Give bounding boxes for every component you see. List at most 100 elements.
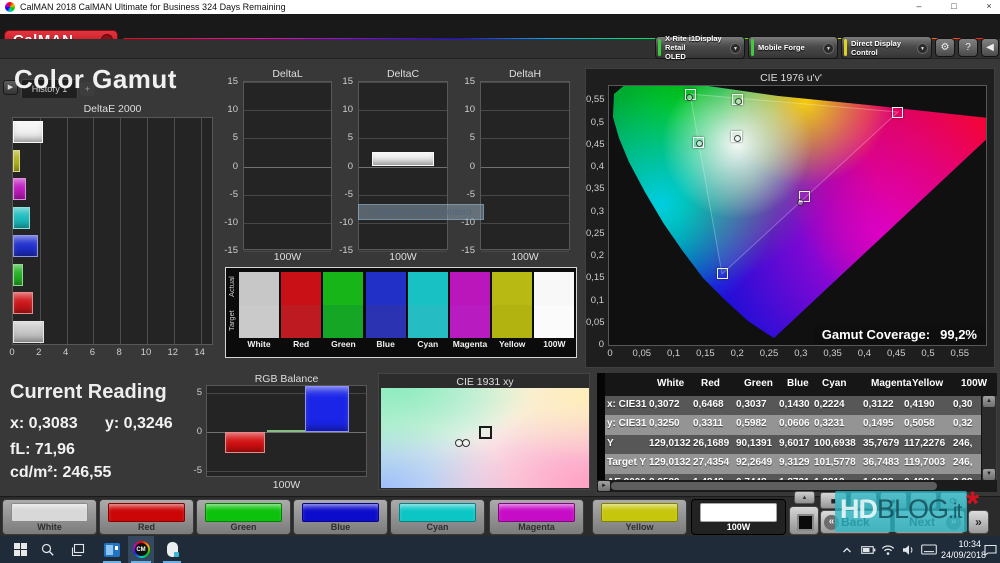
patch-button-label: White xyxy=(3,522,96,532)
deltaC-gridline xyxy=(359,138,447,139)
search-icon xyxy=(41,543,55,557)
display-control-dropdown[interactable]: Direct Display Control ▼ xyxy=(841,36,932,59)
deltae-gridline xyxy=(201,118,202,344)
patch-button-magenta[interactable]: Magenta xyxy=(489,499,584,535)
scroll-down-button[interactable]: ▼ xyxy=(983,469,995,480)
rgb-balance-x-label: 100W xyxy=(206,479,367,491)
patch-button-green[interactable]: Green xyxy=(196,499,291,535)
cie1976-xtick-label: 0,5 xyxy=(914,348,942,359)
taskbar-app-blue-window[interactable] xyxy=(100,536,124,563)
cie1931-panel: CIE 1931 xy xyxy=(378,373,590,490)
patch-button-100w[interactable]: 100W xyxy=(691,499,786,535)
scroll-thumb[interactable] xyxy=(611,482,937,490)
minimize-button[interactable]: – xyxy=(905,0,933,14)
chevron-down-icon: ▼ xyxy=(823,43,834,54)
swatch-actual-magenta xyxy=(450,272,490,305)
deltaL-gridline xyxy=(244,138,331,139)
patch-button-blue[interactable]: Blue xyxy=(293,499,388,535)
taskbar-app-colorimeter[interactable] xyxy=(160,536,184,563)
collapse-panel-button[interactable]: ◀ xyxy=(981,38,999,57)
table-cell: 27,4354 xyxy=(693,457,729,468)
windows-taskbar: CM xyxy=(0,536,1000,563)
patch-button-label: Red xyxy=(100,522,193,532)
source-dropdown[interactable]: Mobile Forge ▼ xyxy=(748,36,838,59)
reading-y: y: 0,3246 xyxy=(105,415,173,433)
table-header-cell: Green xyxy=(744,378,773,389)
patch-button-cyan[interactable]: Cyan xyxy=(390,499,485,535)
tray-battery[interactable] xyxy=(858,536,878,563)
taskbar-clock[interactable]: 10:34 24/09/2018 xyxy=(941,539,981,560)
watermark-hd: HD xyxy=(840,494,877,524)
patch-button-yellow[interactable]: Yellow xyxy=(592,499,687,535)
cie1976-xtick-label: 0,25 xyxy=(755,348,783,359)
cie1976-measured-white xyxy=(734,135,741,142)
cie1931-target-square xyxy=(479,426,492,439)
rgb-ytick-label: 0 xyxy=(180,426,202,437)
settings-gear-button[interactable]: ⚙ xyxy=(935,38,955,57)
cie1976-xtick-label: 0 xyxy=(596,348,624,359)
tray-overflow-button[interactable] xyxy=(838,536,856,563)
deltaH-gridline xyxy=(481,167,569,168)
reading-fl: fL: 71,96 xyxy=(10,441,75,459)
deltae-gridline xyxy=(67,118,68,344)
table-cell: 9,3129 xyxy=(779,457,810,468)
maximize-button[interactable]: □ xyxy=(940,0,968,14)
deltac-chart-title: DeltaC xyxy=(358,68,448,80)
help-button[interactable]: ? xyxy=(958,38,978,57)
patch-button-label: Cyan xyxy=(391,522,484,532)
table-header-cell: Cyan xyxy=(822,378,846,389)
deltal-y-axis: 151050-5-10-15 xyxy=(216,81,240,250)
deltal-chart-plot xyxy=(243,81,332,250)
tray-wifi[interactable] xyxy=(878,536,898,563)
deltae-x-axis: 02468101214 xyxy=(12,347,213,359)
tray-keyboard[interactable] xyxy=(918,536,940,563)
patch-swatch xyxy=(399,503,476,522)
deltaC-bar xyxy=(372,152,434,166)
calman-taskbar-icon: CM xyxy=(133,541,150,558)
patch-button-red[interactable]: Red xyxy=(99,499,194,535)
deltae-xtick-label: 10 xyxy=(136,347,156,358)
table-cell: 9,6017 xyxy=(779,438,810,449)
table-row: y: CIE310,32500,33110,59820,06060,32310,… xyxy=(605,415,981,434)
close-button[interactable]: × xyxy=(975,0,1000,14)
scroll-right-button[interactable]: ► xyxy=(598,481,610,491)
clock-date: 24/09/2018 xyxy=(941,550,981,561)
patch-button-white[interactable]: White xyxy=(2,499,97,535)
deltaC-ytick-label: -10 xyxy=(331,217,353,228)
start-button[interactable] xyxy=(8,536,32,563)
rgb-bar-green xyxy=(267,430,305,432)
rgb-gridline xyxy=(207,471,366,472)
deltaL-gridline xyxy=(244,223,331,224)
cie1976-ytick-label: 0,5 xyxy=(586,117,604,128)
expand-up-button[interactable]: ▲ xyxy=(794,491,815,504)
cie1976-panel: CIE 1976 u'v' 0,550,50,450,40,350,30,250… xyxy=(585,68,995,368)
deltaC-ytick-label: 10 xyxy=(331,104,353,115)
table-cell: 101,5778 xyxy=(814,457,856,468)
scroll-up-button[interactable]: ▲ xyxy=(983,396,995,407)
swatch-actual-blue xyxy=(366,272,406,305)
tray-volume[interactable] xyxy=(898,536,918,563)
table-cell: 35,7679 xyxy=(863,438,899,449)
table-header-cell: White xyxy=(657,378,684,389)
deltaH-ytick-label: 5 xyxy=(453,132,475,143)
stop-measure-button[interactable] xyxy=(789,506,819,535)
table-cell: 0,3072 xyxy=(649,399,680,410)
task-view-button[interactable] xyxy=(66,536,90,563)
search-button[interactable] xyxy=(36,536,60,563)
table-header-cell: Red xyxy=(701,378,720,389)
deltaL-ytick-label: 15 xyxy=(216,76,238,87)
gamut-coverage-value: 99,2% xyxy=(940,327,977,342)
swatch-grid: WhiteRedGreenBlueCyanMagentaYellow100W xyxy=(226,268,576,357)
calman-window: CalMAN 2018 CalMAN Ultimate for Business… xyxy=(0,0,1000,563)
gamut-coverage-badge: Gamut Coverage: 99,2% xyxy=(814,325,985,344)
taskbar-app-calman[interactable]: CM xyxy=(128,536,154,563)
cie1976-xtick-label: 0,45 xyxy=(882,348,910,359)
rgb-balance-title: RGB Balance xyxy=(206,373,367,385)
cie1976-xtick-label: 0,35 xyxy=(819,348,847,359)
table-vertical-scrollbar[interactable]: ▲▼ xyxy=(981,396,996,480)
screen-capture-tooltip: Cattura schermo intero xyxy=(358,204,484,220)
action-center-button[interactable] xyxy=(981,536,1000,563)
cie1931-title: CIE 1931 xy xyxy=(379,376,591,388)
meter-dropdown[interactable]: X-Rite i1Display Retail OLED ▼ xyxy=(655,36,745,59)
action-center-icon xyxy=(984,544,997,556)
